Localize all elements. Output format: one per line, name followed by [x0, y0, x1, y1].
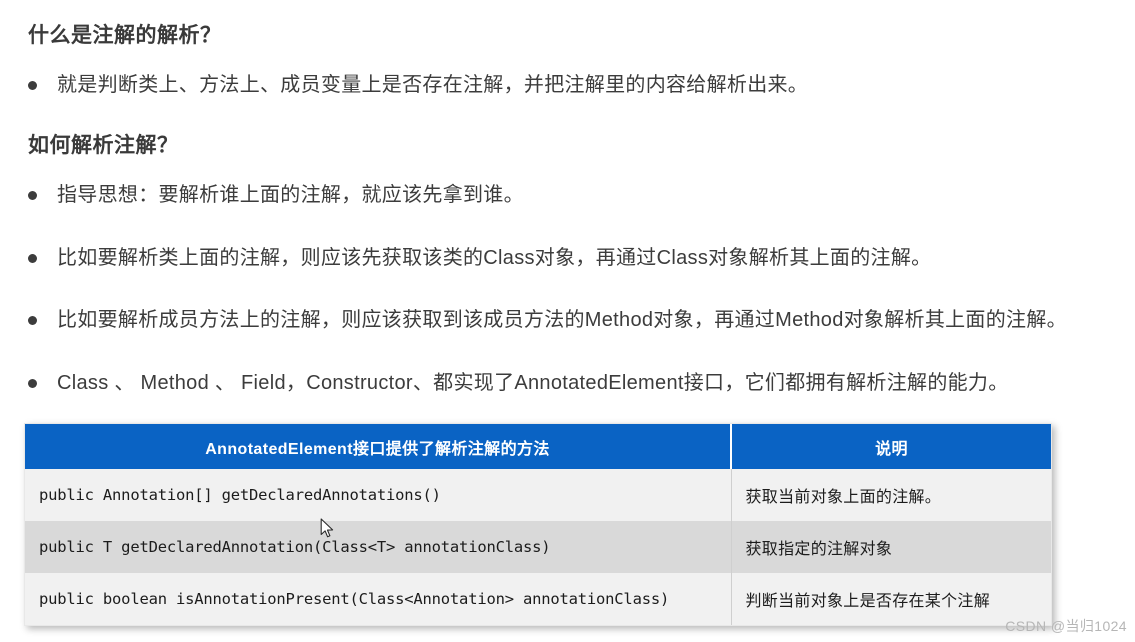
table-cell-method: public boolean isAnnotationPresent(Class…	[25, 573, 732, 625]
table-cell-method: public T getDeclaredAnnotation(Class<T> …	[25, 521, 732, 573]
bullet-item: 指导思想：要解析谁上面的注解，就应该先拿到谁。	[28, 182, 524, 209]
bullet-item-label: Class 、 Method 、 Field，Constructor、都实现了A…	[57, 372, 1009, 394]
table-header-description: 说明	[731, 424, 1051, 469]
bullet-dot-icon	[28, 316, 37, 325]
bullet-dot-icon	[28, 191, 37, 200]
table-row: public Annotation[] getDeclaredAnnotatio…	[25, 469, 1051, 521]
table-header-methods: AnnotatedElement接口提供了解析注解的方法	[25, 424, 732, 469]
bullet-item-label: 比如要解析成员方法上的注解，则应该获取到该成员方法的Method对象，再通过Me…	[57, 309, 1067, 331]
bullet-dot-icon	[28, 379, 37, 388]
csdn-watermark: CSDN @当归1024	[1005, 618, 1127, 634]
table-cell-method: public Annotation[] getDeclaredAnnotatio…	[25, 469, 732, 521]
bullet-item: 就是判断类上、方法上、成员变量上是否存在注解，并把注解里的内容给解析出来。	[28, 72, 808, 99]
slide-page: 什么是注解的解析？ 就是判断类上、方法上、成员变量上是否存在注解，并把注解里的内…	[0, 0, 1135, 642]
bullet-item-label: 指导思想：要解析谁上面的注解，就应该先拿到谁。	[57, 184, 524, 206]
section-heading-how-to-parse-annotation: 如何解析注解？	[28, 134, 179, 157]
bullet-item: Class 、 Method 、 Field，Constructor、都实现了A…	[28, 370, 1009, 397]
table-row: public boolean isAnnotationPresent(Class…	[25, 573, 1051, 625]
table-cell-description: 判断当前对象上是否存在某个注解	[731, 573, 1051, 625]
table-row: public T getDeclaredAnnotation(Class<T> …	[25, 521, 1051, 573]
bullet-dot-icon	[28, 254, 37, 263]
bullet-dot-icon	[28, 81, 37, 90]
bullet-item-label: 比如要解析类上面的注解，则应该先获取该类的Class对象，再通过Class对象解…	[57, 247, 932, 269]
bullet-item-label: 就是判断类上、方法上、成员变量上是否存在注解，并把注解里的内容给解析出来。	[57, 74, 809, 96]
bullet-item: 比如要解析类上面的注解，则应该先获取该类的Class对象，再通过Class对象解…	[28, 245, 931, 272]
annotated-element-methods-table: AnnotatedElement接口提供了解析注解的方法 说明 public A…	[24, 423, 1052, 626]
bullet-item: 比如要解析成员方法上的注解，则应该获取到该成员方法的Method对象，再通过Me…	[28, 307, 1067, 334]
table-cell-description: 获取当前对象上面的注解。	[731, 469, 1051, 521]
table-cell-description: 获取指定的注解对象	[731, 521, 1051, 573]
section-heading-what-is-annotation-parsing: 什么是注解的解析？	[28, 24, 222, 47]
table-header-row: AnnotatedElement接口提供了解析注解的方法 说明	[25, 424, 1051, 469]
